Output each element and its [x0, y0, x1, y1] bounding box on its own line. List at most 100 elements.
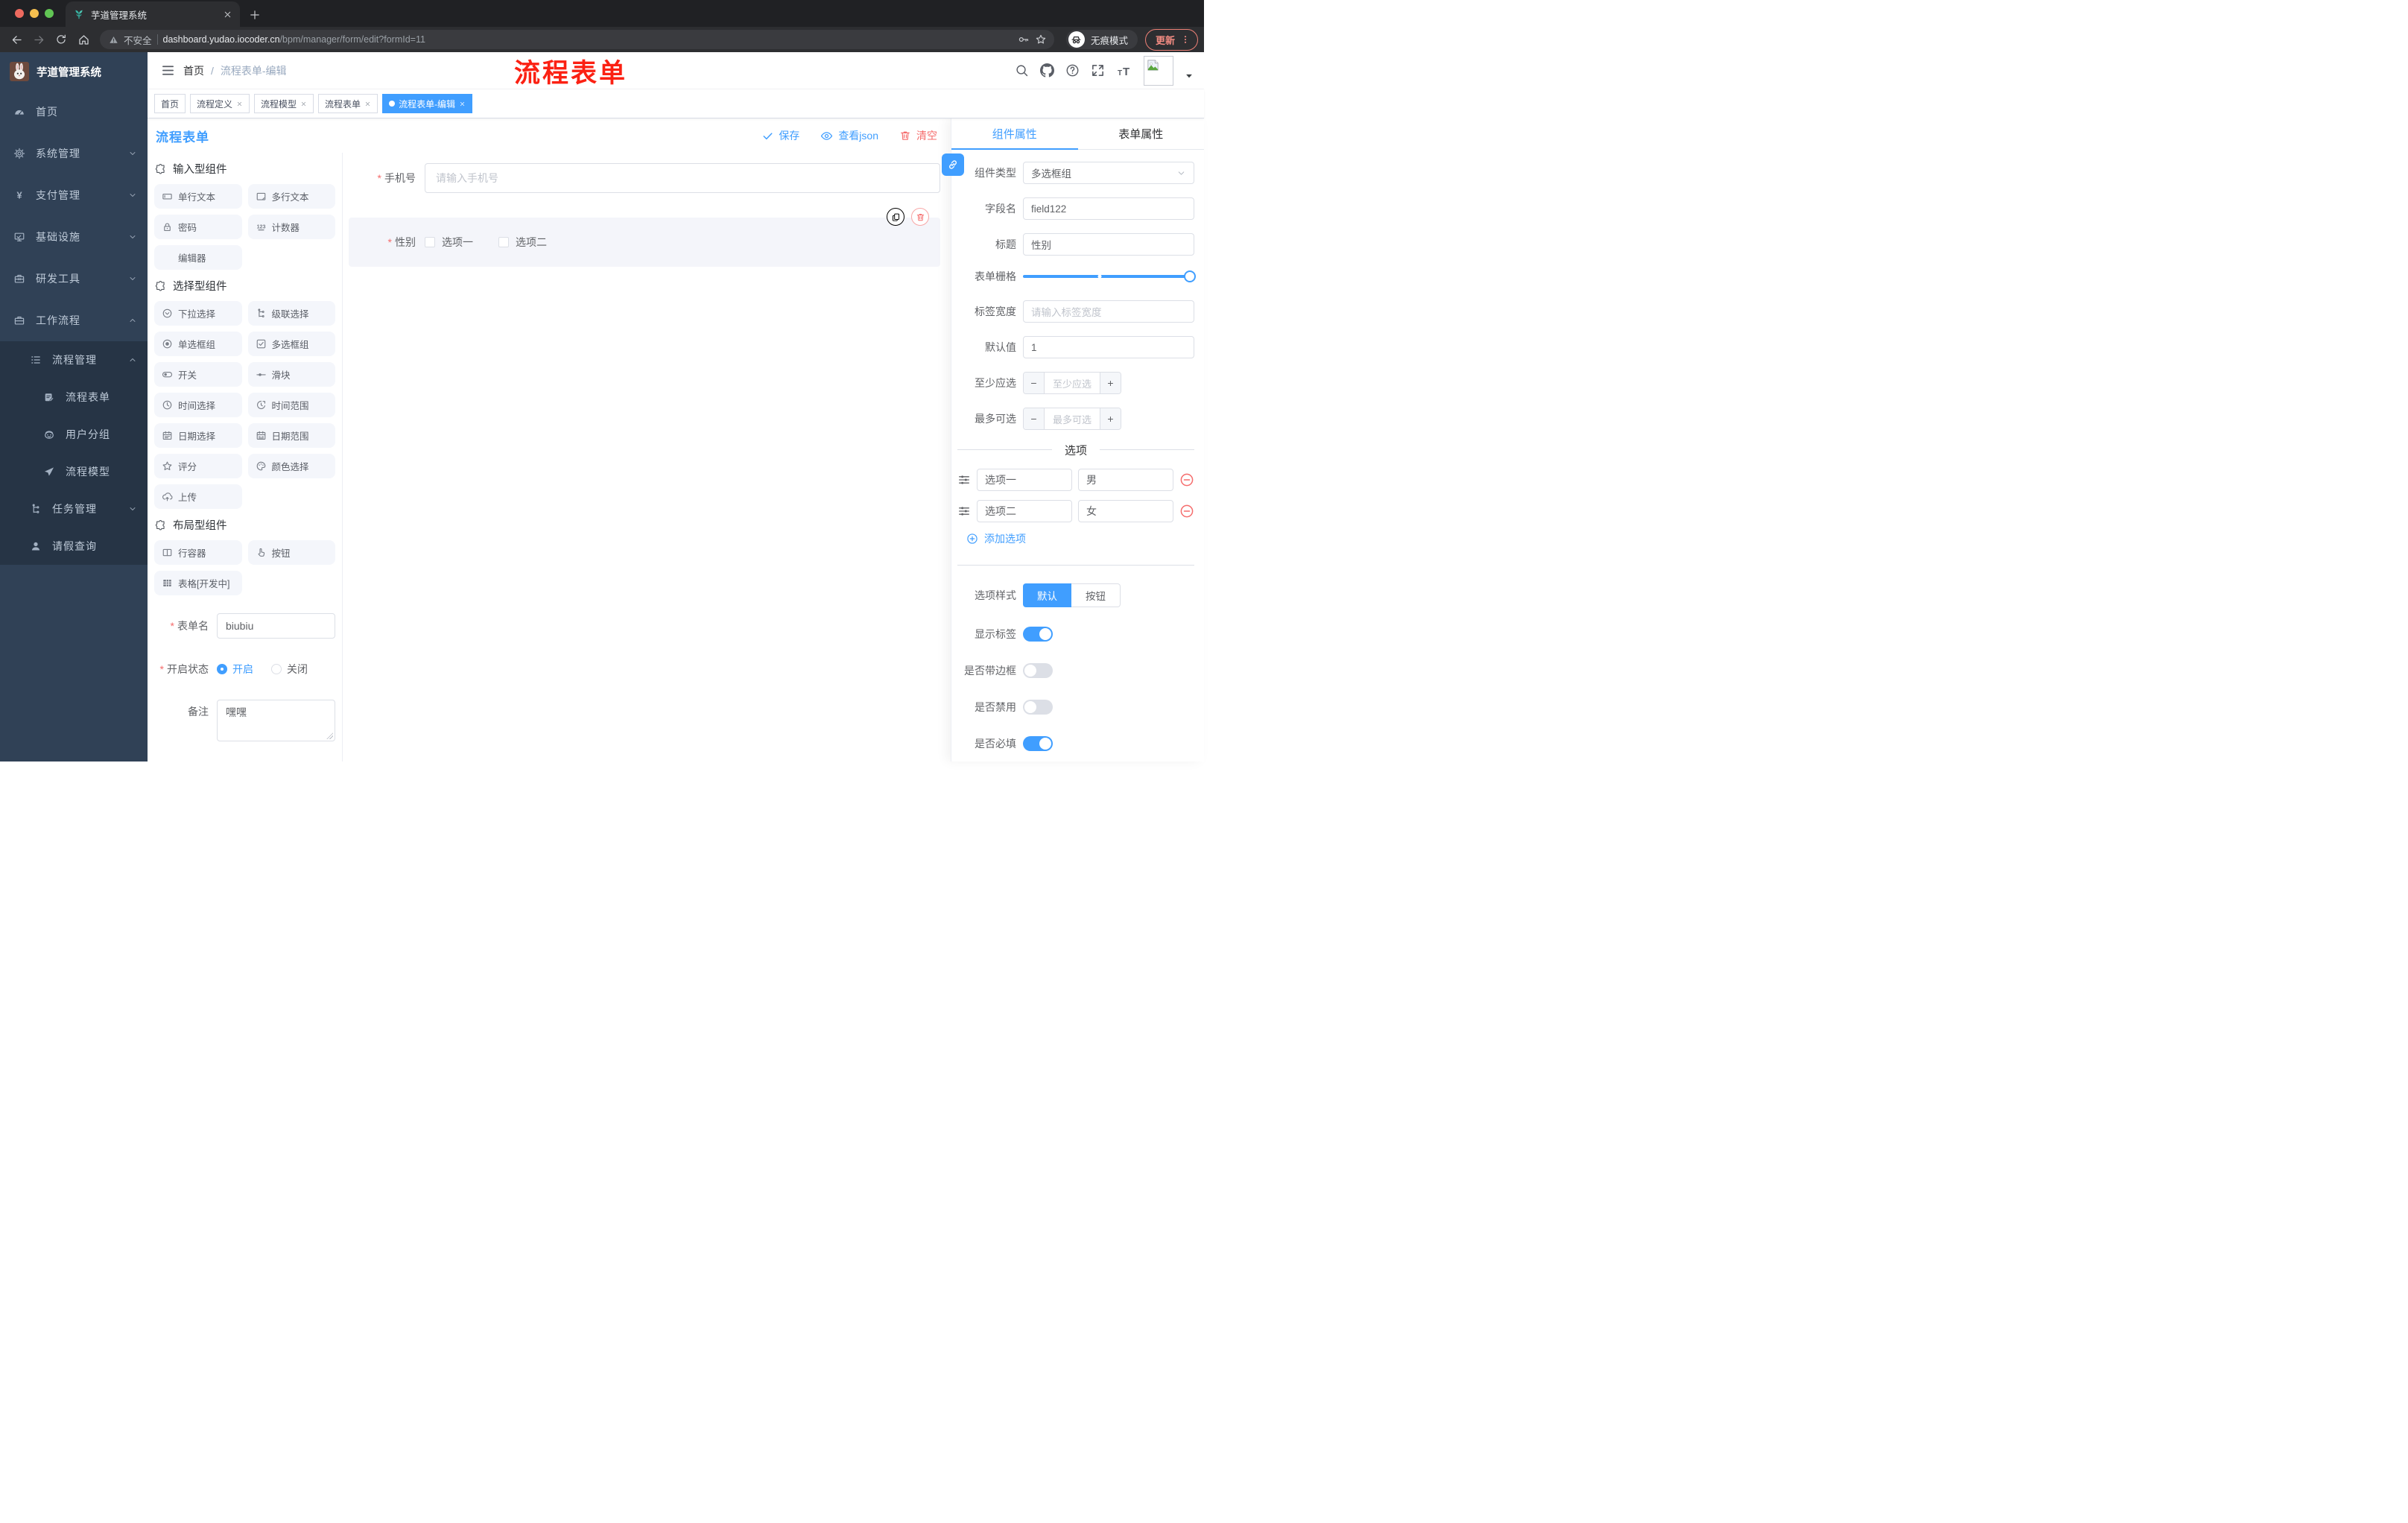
github-icon[interactable]	[1040, 63, 1054, 77]
sidebar-item-infra[interactable]: 基础设施	[0, 216, 148, 258]
sidebar-item-home[interactable]: 首页	[0, 91, 148, 133]
palette-item-radio-group[interactable]: 单选框组	[154, 332, 242, 356]
breadcrumb-home[interactable]: 首页	[183, 63, 204, 78]
update-button[interactable]: 更新	[1144, 28, 1198, 51]
palette-item-multi-text[interactable]: 多行文本	[247, 184, 335, 209]
grid-slider[interactable]	[1023, 270, 1196, 282]
gender-field-row-selected[interactable]: 性别 选项一 选项二	[349, 208, 940, 267]
component-type-select[interactable]: 多选框组	[1023, 162, 1194, 184]
tag-process-model[interactable]: 流程模型	[254, 94, 314, 113]
collapse-sidebar-icon[interactable]	[155, 58, 180, 83]
sidebar-item-user-group[interactable]: 用户分组	[0, 416, 148, 453]
palette-item-time[interactable]: 时间选择	[154, 393, 242, 417]
form-canvas[interactable]: 手机号 请输入手机号 性别 选项一 选项二	[343, 153, 951, 762]
clear-button[interactable]: 清空	[899, 128, 937, 143]
sidebar-item-task-mgmt[interactable]: 任务管理	[0, 490, 148, 528]
toggle-required[interactable]	[1023, 736, 1053, 751]
phone-field-input[interactable]: 请输入手机号	[425, 163, 940, 193]
palette-item-color[interactable]: 颜色选择	[247, 454, 335, 478]
toggle-show-label[interactable]	[1023, 627, 1053, 642]
max-select-stepper[interactable]: − 最多可选 +	[1023, 408, 1121, 430]
close-tag-icon[interactable]	[236, 101, 243, 107]
sidebar-item-process-model[interactable]: 流程模型	[0, 453, 148, 490]
link-badge-icon[interactable]	[942, 153, 964, 176]
checkbox-icon[interactable]	[498, 237, 509, 247]
browser-tab[interactable]: 芋道管理系统	[66, 1, 240, 27]
minimize-window-button[interactable]	[30, 9, 39, 18]
palette-item-button[interactable]: 按钮	[247, 540, 335, 565]
help-icon[interactable]	[1065, 63, 1080, 77]
add-option-button[interactable]: 添加选项	[966, 531, 1194, 546]
tab-form-props[interactable]: 表单属性	[1078, 118, 1205, 149]
palette-item-date[interactable]: 日期选择	[154, 423, 242, 448]
fullscreen-icon[interactable]	[1091, 63, 1105, 77]
delete-field-button[interactable]	[911, 208, 929, 226]
status-off-radio[interactable]: 关闭	[271, 662, 308, 677]
plus-button[interactable]: +	[1100, 408, 1121, 429]
back-icon[interactable]	[6, 30, 27, 49]
palette-item-single-text[interactable]: 单行文本	[154, 184, 242, 209]
tag-process-form-edit[interactable]: 流程表单-编辑	[382, 94, 473, 113]
maximize-window-button[interactable]	[45, 9, 54, 18]
tag-process-form[interactable]: 流程表单	[318, 94, 378, 113]
close-tag-icon[interactable]	[364, 101, 371, 107]
checkbox-icon[interactable]	[425, 237, 435, 247]
palette-item-table[interactable]: 表格[开发中]	[154, 571, 242, 595]
phone-field-row[interactable]: 手机号 请输入手机号	[349, 163, 940, 193]
tag-home[interactable]: 首页	[154, 94, 186, 113]
forward-icon[interactable]	[28, 30, 49, 49]
drag-handle-icon[interactable]	[957, 504, 971, 518]
search-icon[interactable]	[1015, 63, 1029, 77]
address-bar[interactable]: 不安全 dashboard.yudao.iocoder.cn/bpm/manag…	[100, 30, 1054, 49]
option-label-input[interactable]: 选项二	[977, 500, 1072, 522]
avatar[interactable]	[1144, 55, 1173, 86]
sidebar-item-system[interactable]: 系统管理	[0, 133, 148, 174]
palette-item-cascade[interactable]: 级联选择	[247, 301, 335, 326]
minus-button[interactable]: −	[1024, 373, 1044, 393]
option-label-input[interactable]: 选项一	[977, 469, 1072, 491]
view-json-button[interactable]: 查看json	[820, 128, 878, 143]
key-icon[interactable]	[1018, 34, 1030, 45]
save-button[interactable]: 保存	[762, 128, 799, 143]
new-tab-button[interactable]	[249, 9, 261, 21]
status-on-radio[interactable]: 开启	[217, 662, 253, 677]
reload-icon[interactable]	[51, 30, 72, 49]
palette-item-editor[interactable]: 编辑器	[154, 245, 242, 270]
bookmark-icon[interactable]	[1035, 34, 1047, 45]
close-tag-icon[interactable]	[300, 101, 307, 107]
font-size-icon[interactable]: TT	[1116, 63, 1132, 79]
style-default-button[interactable]: 默认	[1023, 583, 1071, 607]
palette-item-time-range[interactable]: 时间范围	[247, 393, 335, 417]
plus-button[interactable]: +	[1100, 373, 1121, 393]
palette-item-upload[interactable]: 上传	[154, 484, 242, 509]
style-button-button[interactable]: 按钮	[1071, 583, 1121, 607]
gender-option-checkbox[interactable]: 选项二	[498, 235, 547, 250]
more-icon[interactable]	[1180, 34, 1191, 45]
toggle-disabled[interactable]	[1023, 700, 1053, 715]
close-tag-icon[interactable]	[459, 101, 466, 107]
drag-handle-icon[interactable]	[957, 473, 971, 487]
close-tab-icon[interactable]	[223, 10, 232, 19]
sidebar-item-process-form[interactable]: 流程表单	[0, 379, 148, 416]
tag-process-definition[interactable]: 流程定义	[190, 94, 250, 113]
home-icon[interactable]	[73, 30, 94, 49]
palette-item-password[interactable]: 密码	[154, 215, 242, 239]
slider-handle[interactable]	[1184, 270, 1196, 282]
sidebar-item-process-mgmt[interactable]: 流程管理	[0, 341, 148, 379]
default-value-input[interactable]: 1	[1023, 336, 1194, 358]
option-value-input[interactable]: 女	[1078, 500, 1173, 522]
palette-item-date-range[interactable]: 日期范围	[247, 423, 335, 448]
sidebar-item-devtools[interactable]: 研发工具	[0, 258, 148, 300]
form-remark-textarea[interactable]: 嘿嘿	[217, 700, 335, 741]
tab-component-props[interactable]: 组件属性	[951, 118, 1078, 150]
toggle-with-border[interactable]	[1023, 663, 1053, 678]
user-menu-caret-icon[interactable]	[1185, 72, 1194, 80]
remove-option-icon[interactable]	[1179, 472, 1194, 487]
label-width-input[interactable]: 请输入标签宽度	[1023, 300, 1194, 323]
palette-item-checkbox-group[interactable]: 多选框组	[247, 332, 335, 356]
minus-button[interactable]: −	[1024, 408, 1044, 429]
duplicate-field-button[interactable]	[887, 208, 904, 226]
palette-item-row[interactable]: 行容器	[154, 540, 242, 565]
resize-grip[interactable]	[326, 732, 333, 739]
palette-item-select[interactable]: 下拉选择	[154, 301, 242, 326]
